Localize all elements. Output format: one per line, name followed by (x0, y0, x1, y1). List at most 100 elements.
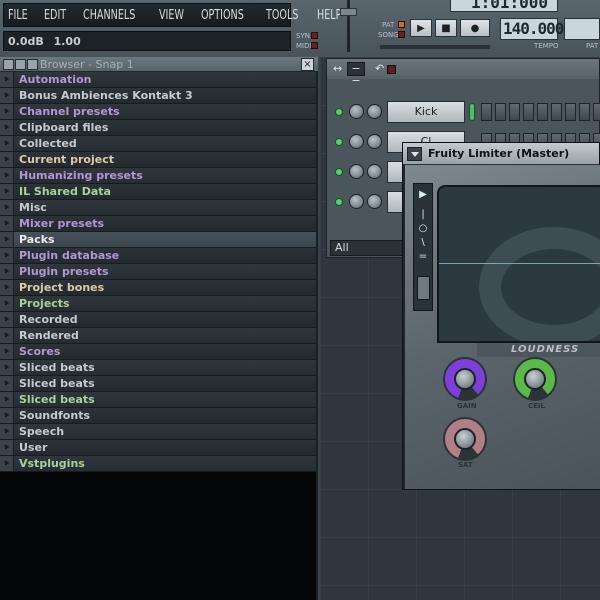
close-icon[interactable] (387, 65, 396, 74)
expand-arrow-icon[interactable] (0, 440, 14, 455)
browser-close-button[interactable]: × (301, 58, 314, 71)
record-button[interactable]: ● (460, 19, 490, 37)
step-button[interactable] (593, 103, 600, 121)
midi-led[interactable] (311, 42, 318, 49)
step-button[interactable] (551, 103, 562, 121)
position-bar[interactable] (380, 45, 490, 49)
master-volume-slider[interactable] (330, 0, 366, 57)
expand-arrow-icon[interactable] (0, 216, 14, 231)
browser-item[interactable]: Sliced beats (0, 360, 316, 376)
browser-item[interactable]: Automation (0, 72, 316, 88)
browser-item[interactable]: Collected (0, 136, 316, 152)
expand-arrow-icon[interactable] (0, 168, 14, 183)
expand-arrow-icon[interactable] (0, 408, 14, 423)
expand-arrow-icon[interactable] (0, 376, 14, 391)
step-button[interactable] (509, 103, 520, 121)
browser-item[interactable]: Scores (0, 344, 316, 360)
step-button[interactable] (579, 103, 590, 121)
channel-mute-led[interactable] (335, 198, 343, 206)
circle-icon[interactable]: ○ (416, 222, 430, 236)
equals-icon[interactable]: = (416, 250, 430, 264)
menu-options[interactable]: OPTIONS (201, 8, 244, 23)
side-slider[interactable] (417, 276, 430, 300)
expand-arrow-icon[interactable] (0, 344, 14, 359)
menu-channels[interactable]: CHANNELS (83, 8, 135, 23)
limiter-menu-button[interactable] (407, 147, 422, 161)
expand-arrow-icon[interactable] (0, 264, 14, 279)
browser-item[interactable]: Plugin database (0, 248, 316, 264)
threshold-line[interactable] (439, 263, 600, 264)
step-button[interactable] (523, 103, 534, 121)
expand-arrow-icon[interactable] (0, 296, 14, 311)
step-button[interactable] (565, 103, 576, 121)
browser-item[interactable]: Vstplugins (0, 456, 316, 472)
browser-item[interactable]: Mixer presets (0, 216, 316, 232)
browser-options-button[interactable] (27, 59, 38, 70)
step-button[interactable] (537, 103, 548, 121)
browser-item[interactable]: Soundfonts (0, 408, 316, 424)
channel-mute-led[interactable] (335, 168, 343, 176)
tempo-display[interactable]: 140.000 (500, 18, 564, 40)
browser-item[interactable]: IL Shared Data (0, 184, 316, 200)
browser-item[interactable]: Humanizing presets (0, 168, 316, 184)
volume-knob[interactable] (367, 104, 382, 119)
menu-tools[interactable]: TOOLS (266, 8, 298, 23)
browser-item[interactable]: Project bones (0, 280, 316, 296)
sequencer-mode-icon[interactable]: −− (347, 62, 365, 87)
browser-item[interactable]: Speech (0, 424, 316, 440)
stop-button[interactable]: ■ (435, 19, 457, 37)
expand-arrow-icon[interactable] (0, 312, 14, 327)
expand-arrow-icon[interactable] (0, 392, 14, 407)
expand-arrow-icon[interactable] (0, 88, 14, 103)
song-mode-led[interactable] (398, 31, 405, 38)
expand-arrow-icon[interactable] (0, 200, 14, 215)
expand-arrow-icon[interactable] (0, 152, 14, 167)
bar-icon[interactable]: | (416, 208, 430, 222)
browser-item[interactable]: Packs (0, 232, 316, 248)
menu-view[interactable]: VIEW (159, 8, 184, 23)
browser-item[interactable]: Channel presets (0, 104, 316, 120)
channel-mute-led[interactable] (335, 138, 343, 146)
expand-arrow-icon[interactable] (0, 360, 14, 375)
slash-icon[interactable]: \ (416, 236, 430, 250)
browser-item[interactable]: Recorded (0, 312, 316, 328)
browser-item[interactable]: Bonus Ambiences Kontakt 3 (0, 88, 316, 104)
expand-arrow-icon[interactable] (0, 72, 14, 87)
pan-knob[interactable] (349, 194, 364, 209)
loudness-section-label[interactable]: LOUDNESS (477, 343, 600, 357)
channel-filter-selector[interactable]: All (330, 240, 406, 256)
expand-arrow-icon[interactable] (0, 328, 14, 343)
play-button[interactable]: ▶ (410, 19, 432, 37)
step-button[interactable] (481, 103, 492, 121)
menu-file[interactable]: FILE (8, 8, 28, 23)
expand-arrow-icon[interactable] (0, 120, 14, 135)
sat-knob[interactable] (443, 417, 487, 461)
channel-volume-indicator[interactable] (469, 103, 475, 121)
volume-knob[interactable] (367, 164, 382, 179)
expand-arrow-icon[interactable] (0, 424, 14, 439)
ceil-knob[interactable] (513, 357, 557, 401)
browser-item[interactable]: Sliced beats (0, 376, 316, 392)
undo-icon[interactable]: ↶ (375, 62, 384, 75)
browser-item[interactable]: Misc (0, 200, 316, 216)
channel-mute-led[interactable] (335, 108, 343, 116)
expand-arrow-icon[interactable] (0, 104, 14, 119)
slider-handle[interactable] (340, 8, 357, 16)
browser-menu-button[interactable] (3, 59, 14, 70)
browser-collapse-button[interactable] (15, 59, 26, 70)
channel-name-button[interactable]: Kick (387, 101, 465, 123)
expand-arrow-icon[interactable] (0, 280, 14, 295)
pat-mode-led[interactable] (398, 21, 405, 28)
play-triangle-icon[interactable]: ▶ (416, 188, 430, 202)
volume-knob[interactable] (367, 194, 382, 209)
pan-knob[interactable] (349, 104, 364, 119)
menu-edit[interactable]: EDIT (44, 8, 66, 23)
pattern-display[interactable] (564, 18, 600, 40)
browser-item[interactable]: Clipboard files (0, 120, 316, 136)
browser-item[interactable]: Projects (0, 296, 316, 312)
expand-arrow-icon[interactable] (0, 136, 14, 151)
pan-knob[interactable] (349, 134, 364, 149)
expand-arrow-icon[interactable] (0, 184, 14, 199)
expand-arrow-icon[interactable] (0, 232, 14, 247)
browser-item[interactable]: Sliced beats (0, 392, 316, 408)
